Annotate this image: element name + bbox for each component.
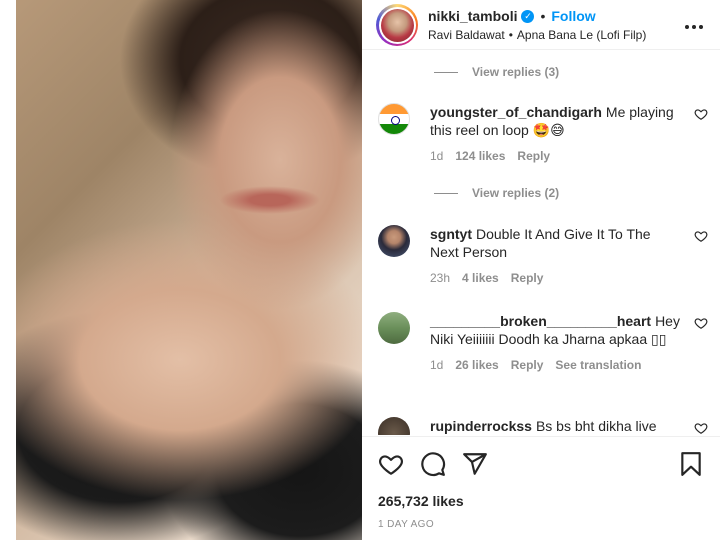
- comment-time[interactable]: 1d: [430, 356, 443, 374]
- share-icon[interactable]: [462, 451, 488, 477]
- replies-line: [434, 71, 458, 73]
- comment-like-heart-icon[interactable]: [694, 107, 708, 121]
- comment-likes[interactable]: 124 likes: [455, 147, 505, 165]
- comment-body: _________broken_________heart Hey Niki Ye…: [430, 312, 680, 374]
- verified-badge-icon: ✓: [521, 9, 535, 23]
- comment-like-heart-icon[interactable]: [694, 421, 708, 435]
- audio-separator: •: [508, 28, 513, 42]
- post-actions: 265,732 likes 1 DAY AGO: [362, 436, 720, 540]
- comment-meta: 1d 26 likes Reply See translation: [430, 356, 680, 374]
- comment-item: sgntyt Double It And Give It To The Next …: [378, 225, 708, 295]
- audio-attribution[interactable]: Ravi Baldawat • Apna Bana Le (Lofi Filp): [428, 28, 646, 42]
- comment-time[interactable]: 23h: [430, 269, 450, 287]
- more-options-icon[interactable]: [684, 14, 704, 35]
- action-icons-row: [378, 451, 488, 477]
- comment-like-heart-icon[interactable]: [694, 316, 708, 330]
- comment-meta: 23h 4 likes Reply: [430, 269, 680, 287]
- comment-like-heart-icon[interactable]: [694, 229, 708, 243]
- header-name-row: nikki_tamboli ✓ • Follow: [428, 8, 596, 24]
- view-replies-button[interactable]: View replies (3): [434, 65, 559, 79]
- post-media[interactable]: [0, 0, 362, 540]
- comment-item: youngster_of_chandigarh Me playing this r…: [378, 103, 708, 173]
- reply-button[interactable]: Reply: [511, 269, 544, 287]
- see-translation-button[interactable]: See translation: [555, 356, 641, 374]
- header-separator: •: [540, 8, 546, 24]
- media-left-margin: [0, 0, 16, 540]
- bookmark-icon[interactable]: [678, 451, 704, 477]
- reply-button[interactable]: Reply: [511, 356, 544, 374]
- comment-username[interactable]: _________broken_________heart: [430, 313, 651, 329]
- comment-time[interactable]: 1d: [430, 147, 443, 165]
- comment-body: sgntyt Double It And Give It To The Next …: [430, 225, 680, 287]
- comment-username[interactable]: sgntyt: [430, 226, 472, 242]
- comment-item: _________broken_________heart Hey Niki Ye…: [378, 312, 708, 402]
- comment-body: rupinderrockss Bs bs bht dikha live: [430, 417, 680, 435]
- comment-username[interactable]: rupinderrockss: [430, 418, 532, 434]
- comment-username[interactable]: youngster_of_chandigarh: [430, 104, 602, 120]
- comment-meta: 1d 124 likes Reply: [430, 147, 680, 165]
- view-replies-label[interactable]: View replies (3): [472, 65, 559, 79]
- man-avatar[interactable]: [378, 225, 410, 257]
- comment-likes[interactable]: 4 likes: [462, 269, 499, 287]
- landscape-avatar[interactable]: [378, 312, 410, 344]
- avatar-image: [380, 8, 414, 42]
- audio-track[interactable]: Apna Bana Le (Lofi Filp): [517, 28, 646, 42]
- likes-count[interactable]: 265,732 likes: [378, 493, 464, 509]
- comment-text: Bs bs bht dikha live: [535, 418, 657, 434]
- comment-likes[interactable]: 26 likes: [455, 356, 498, 374]
- heart-icon[interactable]: [378, 451, 404, 477]
- comment-icon[interactable]: [420, 451, 446, 477]
- replies-line: [434, 192, 458, 194]
- dark-avatar[interactable]: [378, 417, 410, 435]
- view-replies-label[interactable]: View replies (2): [472, 186, 559, 200]
- view-replies-button[interactable]: View replies (2): [434, 186, 559, 200]
- profile-avatar[interactable]: [376, 4, 418, 46]
- post-header: nikki_tamboli ✓ • Follow Ravi Baldawat •…: [362, 0, 720, 50]
- comments-list[interactable]: View replies (3) youngster_of_chandigarh…: [362, 51, 720, 435]
- follow-button[interactable]: Follow: [551, 8, 595, 24]
- reply-button[interactable]: Reply: [517, 147, 550, 165]
- header-username[interactable]: nikki_tamboli: [428, 8, 517, 24]
- comment-item: rupinderrockss Bs bs bht dikha live: [378, 417, 708, 435]
- audio-artist[interactable]: Ravi Baldawat: [428, 28, 505, 42]
- comment-body: youngster_of_chandigarh Me playing this r…: [430, 103, 680, 165]
- post-video-frame[interactable]: [0, 0, 362, 540]
- india-flag-avatar[interactable]: [378, 103, 410, 135]
- post-date[interactable]: 1 DAY AGO: [378, 519, 434, 530]
